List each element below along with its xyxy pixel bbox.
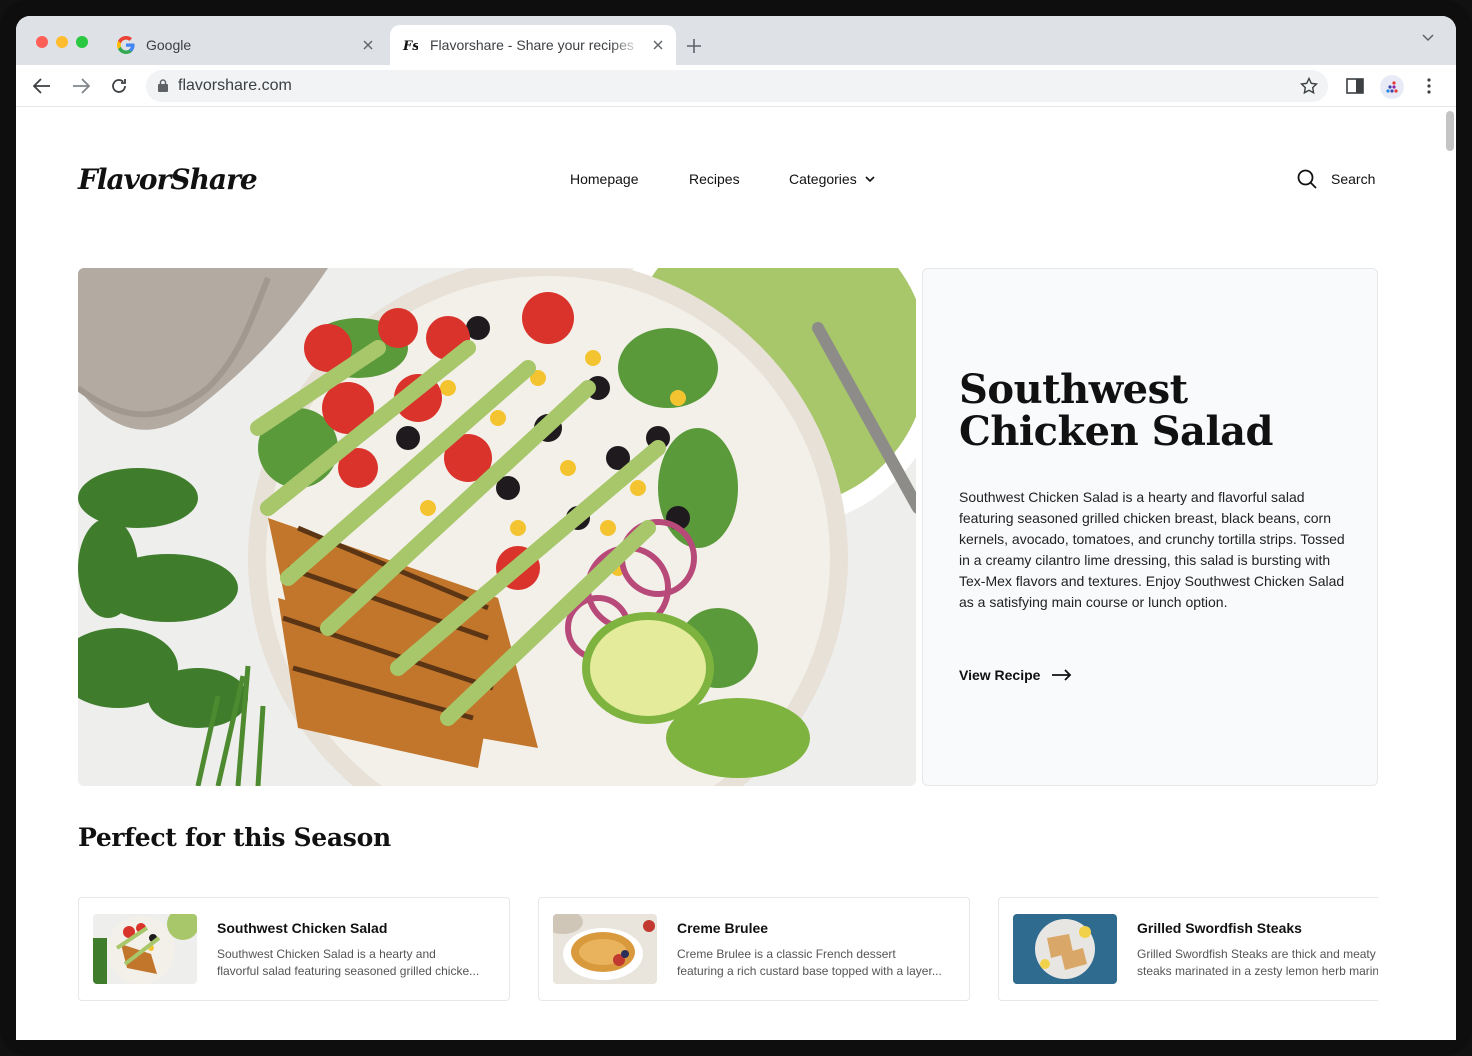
recipe-card-description-line: featuring a rich custard base topped wit… bbox=[677, 964, 942, 978]
chevron-down-icon bbox=[865, 176, 875, 182]
side-panel-button[interactable] bbox=[1343, 74, 1367, 98]
search-label: Search bbox=[1331, 171, 1376, 187]
recipe-card-description-line: Creme Brulee is a classic French dessert bbox=[677, 947, 896, 961]
recipe-card-description-line: steaks marinated in a zesty lemon herb m… bbox=[1137, 964, 1378, 978]
minimize-window-button[interactable] bbox=[56, 36, 68, 48]
recipe-card-title: Creme Brulee bbox=[677, 920, 769, 936]
scrollbar-thumb[interactable] bbox=[1446, 111, 1454, 151]
forward-button[interactable] bbox=[69, 74, 93, 98]
extension-icon[interactable] bbox=[1380, 75, 1404, 99]
browser-menu-button[interactable] bbox=[1417, 74, 1441, 98]
recipe-card[interactable]: Creme Brulee Creme Brulee is a classic F… bbox=[538, 897, 970, 1001]
tab-google[interactable]: Google bbox=[106, 25, 386, 65]
salad-illustration bbox=[78, 268, 916, 786]
tab-title: Flavorshare - Share your recipes bbox=[430, 37, 634, 53]
recipe-card-description-line: flavorful salad featuring seasoned grill… bbox=[217, 964, 480, 978]
hero-title: Southwest Chicken Salad bbox=[959, 366, 1274, 455]
reload-button[interactable] bbox=[107, 74, 131, 98]
side-panel-icon bbox=[1346, 78, 1364, 94]
view-recipe-label: View Recipe bbox=[959, 667, 1041, 683]
recipe-card-title: Southwest Chicken Salad bbox=[217, 920, 388, 936]
bookmark-star-icon[interactable] bbox=[1298, 75, 1320, 97]
arrow-right-icon bbox=[1052, 669, 1072, 681]
recipe-card-description: Southwest Chicken Salad is a hearty and … bbox=[217, 946, 497, 980]
chevron-down-icon bbox=[1422, 34, 1434, 42]
close-window-button[interactable] bbox=[36, 36, 48, 48]
hero-image[interactable] bbox=[78, 268, 916, 786]
tab-strip: Google Fs Flavorshare - Share your recip… bbox=[16, 16, 1456, 65]
nav-categories-label: Categories bbox=[789, 171, 857, 187]
search-icon bbox=[1297, 169, 1317, 189]
recipe-card-description-line: Grilled Swordfish Steaks are thick and m… bbox=[1137, 947, 1376, 961]
lock-icon bbox=[158, 79, 168, 97]
recipe-card[interactable]: Southwest Chicken Salad Southwest Chicke… bbox=[78, 897, 510, 1001]
new-tab-button[interactable] bbox=[682, 34, 706, 58]
maximize-window-button[interactable] bbox=[76, 36, 88, 48]
tab-title: Google bbox=[146, 37, 192, 53]
recipe-card-title: Grilled Swordfish Steaks bbox=[1137, 920, 1302, 936]
back-button[interactable] bbox=[30, 74, 54, 98]
device-frame: Google Fs Flavorshare - Share your recip… bbox=[0, 0, 1472, 1056]
close-icon[interactable] bbox=[648, 35, 668, 55]
arrow-left-icon bbox=[33, 78, 50, 94]
recipe-card-row: Southwest Chicken Salad Southwest Chicke… bbox=[78, 897, 1378, 1001]
recipe-card-description: Creme Brulee is a classic French dessert… bbox=[677, 946, 957, 980]
browser-toolbar: flavorshare.com bbox=[16, 65, 1456, 107]
tab-flavorshare[interactable]: Fs Flavorshare - Share your recipes bbox=[390, 25, 676, 65]
nav-homepage[interactable]: Homepage bbox=[570, 171, 639, 187]
hero-panel: Southwest Chicken Salad Southwest Chicke… bbox=[922, 268, 1378, 786]
recipe-thumbnail bbox=[553, 914, 657, 984]
google-g-icon bbox=[116, 35, 136, 55]
section-title: Perfect for this Season bbox=[78, 823, 391, 852]
svg-text:Fs: Fs bbox=[402, 39, 418, 53]
recipe-card-description: Grilled Swordfish Steaks are thick and m… bbox=[1137, 946, 1378, 980]
site-logo[interactable]: FlavorShare bbox=[78, 163, 258, 196]
nav-categories[interactable]: Categories bbox=[789, 171, 875, 187]
view-recipe-link[interactable]: View Recipe bbox=[959, 667, 1072, 683]
search-button[interactable]: Search bbox=[1297, 169, 1375, 189]
reload-icon bbox=[112, 79, 126, 93]
page-viewport: FlavorShare Homepage Recipes Categories … bbox=[16, 107, 1456, 1040]
address-bar[interactable]: flavorshare.com bbox=[146, 70, 1328, 102]
kebab-menu-icon bbox=[1427, 78, 1431, 94]
hero-description: Southwest Chicken Salad is a hearty and … bbox=[959, 489, 1345, 610]
recipe-card-description-line: Southwest Chicken Salad is a hearty and bbox=[217, 947, 436, 961]
recipe-thumbnail bbox=[1013, 914, 1117, 984]
nav-recipes[interactable]: Recipes bbox=[689, 171, 740, 187]
recipe-card[interactable]: Grilled Swordfish Steaks Grilled Swordfi… bbox=[998, 897, 1378, 1001]
browser-window: Google Fs Flavorshare - Share your recip… bbox=[16, 16, 1456, 1040]
close-icon[interactable] bbox=[358, 35, 378, 55]
recipe-thumbnail bbox=[93, 914, 197, 984]
plus-icon bbox=[687, 39, 701, 53]
flavorshare-icon: Fs bbox=[400, 35, 420, 55]
url-text: flavorshare.com bbox=[178, 77, 292, 94]
tab-search-button[interactable] bbox=[1416, 26, 1440, 50]
arrow-right-icon bbox=[73, 78, 90, 94]
